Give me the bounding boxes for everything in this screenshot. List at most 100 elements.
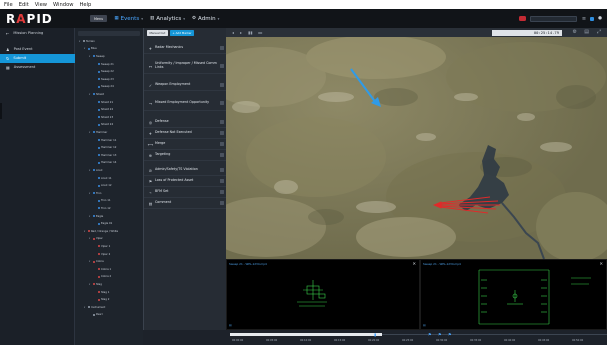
timeline-track[interactable] [382,333,607,335]
task-row[interactable]: → Missed Employment Opportunity [144,96,227,111]
os-menu-file[interactable]: File [4,2,13,8]
tree-item[interactable]: ▾ Stag [89,282,102,287]
tree-item[interactable]: Tron 11 [94,199,111,204]
os-menu-help[interactable]: Help [80,2,92,8]
tree-item[interactable]: Viper 1 [94,244,110,249]
tree-item[interactable]: Sweep 21 [94,62,114,67]
play-icon[interactable]: ▸ [240,30,242,35]
tree-item[interactable]: ▾ Red / Orange / White [84,229,118,234]
expand-toggle-icon[interactable]: ▾ [84,230,86,233]
back-to-mission-planning[interactable]: ← Mission Planning [0,29,75,38]
marker-flag-icon[interactable]: ⚑ [448,332,452,337]
tree-item[interactable]: Hammer 11 [94,138,116,143]
tree-item[interactable]: ▾ Tron [89,191,101,196]
task-row[interactable]: ⊕ Targeting [144,150,227,161]
tree-item[interactable]: Shield 23 [94,115,113,120]
task-row[interactable]: ✓ Weapon Employment [144,80,227,91]
tree-item[interactable]: Viper 2 [94,252,110,257]
expand-toggle-icon[interactable]: ▾ [89,192,91,195]
search-input[interactable] [529,15,577,22]
time-readout[interactable]: 00:25:14.79 [492,29,562,36]
nav-events[interactable]: ▦ Events ▾ [114,16,143,22]
tree-item[interactable]: Hammer 12 [94,145,116,150]
tree-item[interactable]: Shield 21 [94,100,113,105]
timeline[interactable]: ▮ ⚑ ⚑ ⚑ 00:00:00 00:05:00 00:10:00 00:15:00… [226,330,607,345]
layers-icon[interactable]: ▤ [584,29,589,35]
tree-item[interactable]: Cobra 2 [94,275,111,280]
marker-flag-icon[interactable]: ⚑ [438,332,442,337]
tree-item[interactable]: ▾ Hammer [89,130,107,135]
tree-item[interactable]: ▾ Instrument [84,305,105,310]
task-checkbox[interactable] [220,153,224,157]
prev-icon[interactable]: ◂ [232,30,234,35]
notification-icon[interactable] [590,16,595,21]
tree-item[interactable]: Tron 12 [94,206,111,211]
tree-item[interactable]: ▾ Terrain [79,39,95,44]
expand-toggle-icon[interactable]: ▾ [84,47,86,50]
tree-item[interactable]: Pearl [89,313,102,318]
task-row[interactable]: ⊘ Admin/Safety/TS Violation [144,165,227,176]
tree-item[interactable]: ▾ Sweep [89,54,105,59]
timeline-progress[interactable] [230,333,382,336]
fullscreen-icon[interactable]: ⤢ [597,29,601,35]
task-row[interactable]: ✈ Radar Mechanics [144,43,227,54]
task-row[interactable]: ⚑ Loss of Protected Asset [144,176,227,187]
tree-item[interactable]: Cobra 1 [94,267,111,272]
tree-item[interactable]: ▾ Eagle [89,214,103,219]
add-marker-button[interactable]: + Add Marker [169,30,195,36]
tree-item[interactable]: ▾ Cobra [89,259,104,264]
video-panel-footer-icon[interactable]: ▤ [229,323,232,327]
task-row[interactable]: ⌁ BFM Set [144,187,227,198]
task-checkbox[interactable] [220,131,224,135]
tree-item[interactable]: ▾ Shield [89,92,104,97]
tree-item[interactable]: Shield 24 [94,123,113,128]
skip-icon[interactable]: ▸▸ [258,30,262,35]
tree-item[interactable]: Hammer 14 [94,161,116,166]
tree-item[interactable]: Shield 22 [94,107,113,112]
task-row[interactable]: ⟷ Merge [144,139,227,150]
os-menu-view[interactable]: View [35,2,47,8]
tree-item[interactable]: Stag 1 [94,290,109,295]
expand-toggle-icon[interactable]: ▾ [89,260,91,263]
marker-flag-icon[interactable]: ⚑ [428,332,432,337]
tree-item[interactable]: Sweep 22 [94,69,114,74]
settings-icon[interactable]: ⚙ [573,29,577,35]
satellite-map[interactable] [226,37,607,259]
task-checkbox[interactable] [220,101,224,105]
expand-toggle-icon[interactable]: ▾ [79,40,81,43]
tree-item[interactable]: Anvil 11 [94,176,112,181]
expand-toggle-icon[interactable]: ▾ [89,283,91,286]
expand-toggle-icon[interactable]: ▾ [89,237,91,240]
task-checkbox[interactable] [220,142,224,146]
task-checkbox[interactable] [220,120,224,124]
video-panel-footer-icon[interactable]: ▤ [423,323,426,327]
manual-cut-button[interactable]: Manual Cut [147,30,168,36]
playhead-flag-icon[interactable]: ▮ [374,332,376,337]
expand-toggle-icon[interactable]: ▾ [89,215,91,218]
tree-item[interactable]: Sweep 24 [94,85,114,90]
sidebar-item-post-event[interactable]: ♟ Post Event [0,45,75,54]
task-checkbox[interactable] [220,201,224,205]
task-checkbox[interactable] [220,64,224,68]
task-row[interactable]: ↔ Uniformity / Improper / Missed Comm Lin… [144,59,227,74]
expand-toggle-icon[interactable]: ▾ [89,131,91,134]
task-row[interactable]: ▤ Comment [144,198,227,209]
task-row[interactable]: ◎ Defense [144,117,227,128]
user-icon[interactable]: ● [598,16,602,21]
os-menu-window[interactable]: Window [53,2,73,8]
tree-item[interactable]: Anvil 12 [94,183,112,188]
menu-chip[interactable]: Menu [90,15,108,22]
sidebar-item-submit[interactable]: ↻ Submit [0,54,75,63]
tree-item[interactable]: Sweep 23 [94,77,114,82]
expand-toggle-icon[interactable]: ▾ [89,169,91,172]
video-panel-right[interactable]: Sweep 21 - WPL-1234.mp4 ✕ ▤ [420,259,607,330]
tree-item[interactable]: Eagle 01 [94,221,112,226]
tree-item[interactable]: ▾ Blue [84,47,97,52]
task-checkbox[interactable] [220,83,224,87]
task-checkbox[interactable] [220,190,224,194]
task-checkbox[interactable] [220,179,224,183]
task-checkbox[interactable] [220,46,224,50]
tree-item[interactable]: ▾ Anvil [89,168,102,173]
pause-icon[interactable]: ▮▮ [248,30,252,35]
tree-item[interactable]: Stag 2 [94,297,109,302]
